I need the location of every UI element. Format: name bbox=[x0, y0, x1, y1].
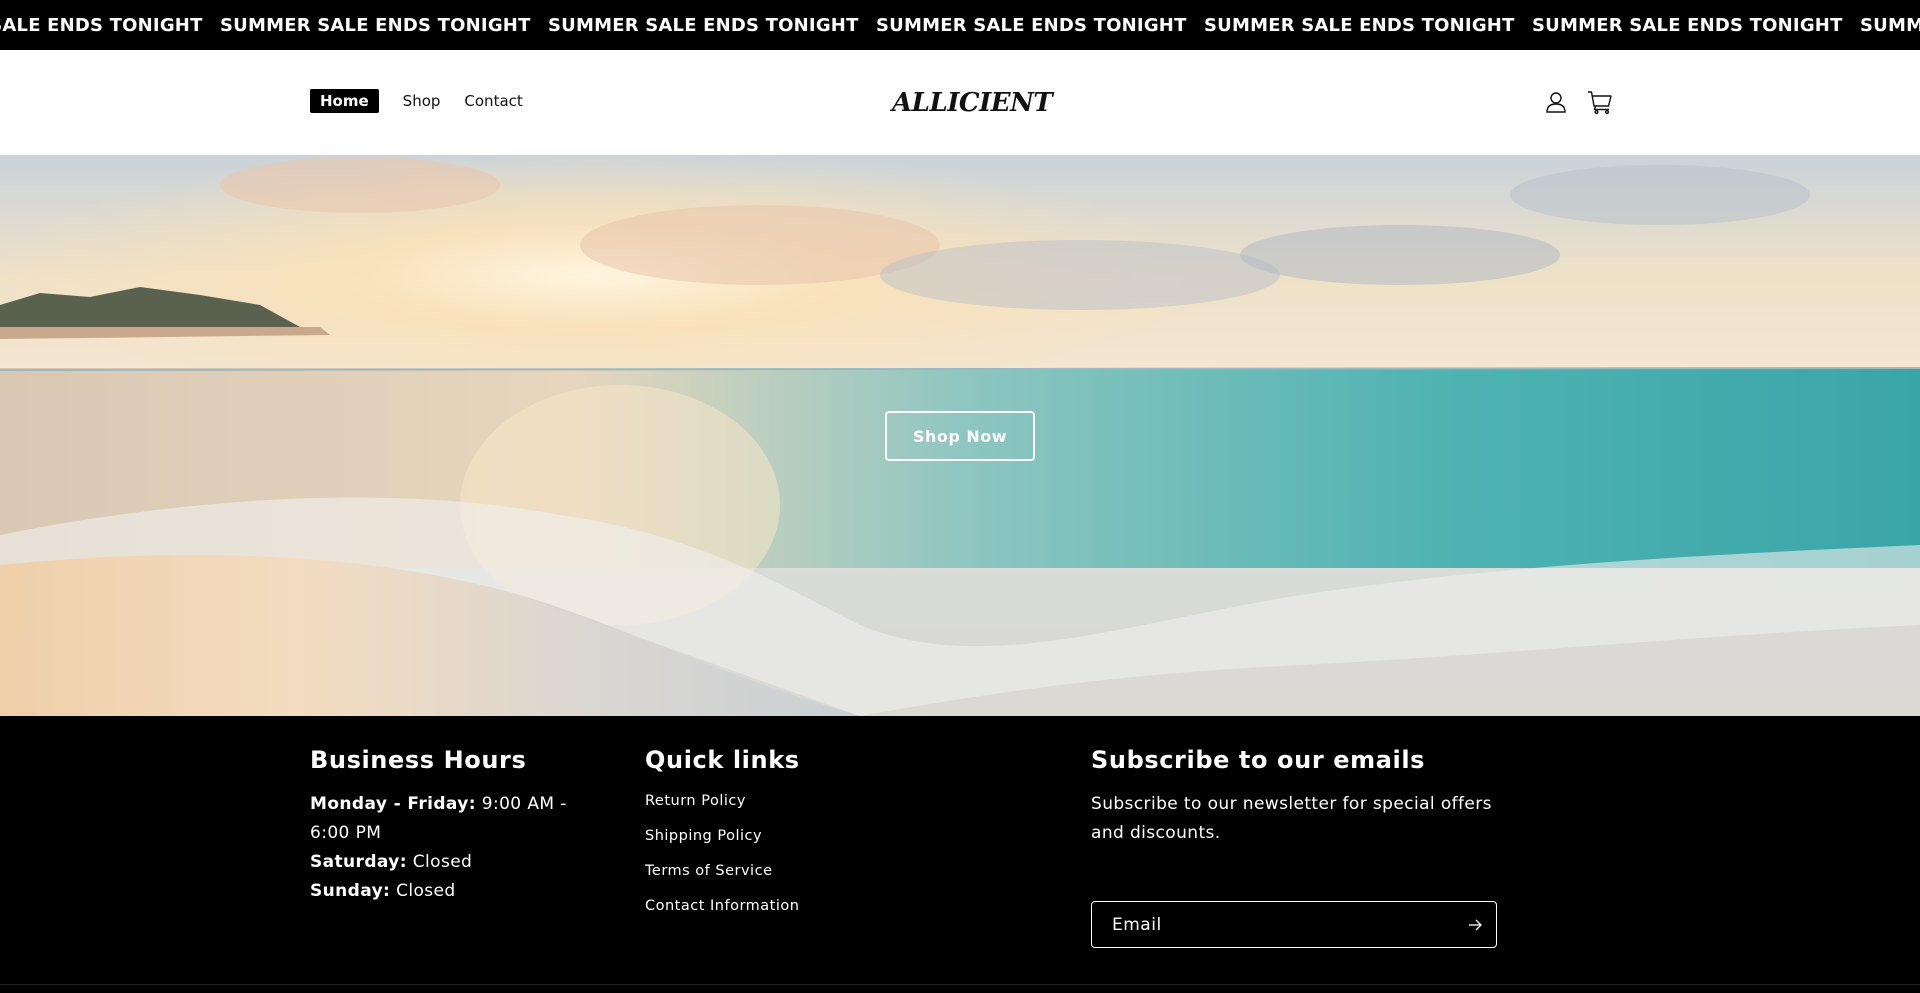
quick-links-heading: Quick links bbox=[645, 746, 800, 774]
link-terms-of-service[interactable]: Terms of Service bbox=[645, 863, 772, 879]
quick-links-section: Quick links Return Policy Shipping Polic… bbox=[645, 746, 945, 930]
arrow-right-icon[interactable] bbox=[1466, 916, 1484, 934]
hours-day: Saturday: bbox=[310, 852, 407, 872]
list-item: Contact Information bbox=[645, 895, 945, 918]
hours-weekdays: Monday - Friday: 9:00 AM - 6:00 PM bbox=[310, 790, 600, 848]
announcement-text: SUMMER SALE ENDS TONIGHT bbox=[1860, 14, 1920, 36]
business-hours-heading: Business Hours bbox=[310, 746, 527, 774]
link-shipping-policy[interactable]: Shipping Policy bbox=[645, 828, 762, 844]
site-footer: Business Hours Monday - Friday: 9:00 AM … bbox=[0, 716, 1920, 993]
footer-divider bbox=[0, 984, 1920, 985]
email-form bbox=[1091, 901, 1497, 948]
nav-link-home[interactable]: Home bbox=[310, 89, 379, 113]
account-icon[interactable] bbox=[1543, 89, 1569, 115]
hours-time: Closed bbox=[396, 881, 456, 901]
link-contact-information[interactable]: Contact Information bbox=[645, 898, 799, 914]
hero-banner: Shop Now bbox=[0, 155, 1920, 716]
subscribe-heading: Subscribe to our emails bbox=[1091, 746, 1426, 774]
announcement-text: SUMMER SALE ENDS TONIGHT bbox=[1532, 14, 1843, 36]
hours-saturday: Saturday: Closed bbox=[310, 848, 600, 877]
quick-links-list: Return Policy Shipping Policy Terms of S… bbox=[645, 790, 945, 918]
list-item: Shipping Policy bbox=[645, 825, 945, 848]
list-item: Return Policy bbox=[645, 790, 945, 813]
business-hours-section: Business Hours Monday - Friday: 9:00 AM … bbox=[310, 746, 600, 906]
subscribe-section: Subscribe to our emails Subscribe to our… bbox=[1091, 746, 1501, 948]
nav-link-contact[interactable]: Contact bbox=[464, 92, 522, 110]
site-header: Home Shop Contact ALLICIENT bbox=[0, 50, 1920, 155]
list-item: Terms of Service bbox=[645, 860, 945, 883]
hours-day: Sunday: bbox=[310, 881, 391, 901]
site-logo[interactable]: ALLICIENT bbox=[892, 88, 1053, 118]
nav-link-shop[interactable]: Shop bbox=[403, 92, 441, 110]
link-return-policy[interactable]: Return Policy bbox=[645, 793, 746, 809]
announcement-text: SUMMER SALE ENDS TONIGHT bbox=[548, 14, 859, 36]
main-nav: Home Shop Contact bbox=[310, 89, 523, 113]
announcement-text: SUMMER SALE ENDS TONIGHT bbox=[876, 14, 1187, 36]
hours-sunday: Sunday: Closed bbox=[310, 877, 600, 906]
announcement-marquee: SUMMER SALE ENDS TONIGHT SUMMER SALE END… bbox=[0, 0, 1920, 50]
hours-day: Monday - Friday: bbox=[310, 794, 476, 814]
announcement-text: SUMMER SALE ENDS TONIGHT bbox=[220, 14, 531, 36]
shop-now-button[interactable]: Shop Now bbox=[885, 411, 1035, 461]
announcement-bar: SUMMER SALE ENDS TONIGHT SUMMER SALE END… bbox=[0, 0, 1920, 50]
email-input[interactable] bbox=[1092, 902, 1452, 947]
cart-icon[interactable] bbox=[1587, 89, 1613, 115]
subscribe-description: Subscribe to our newsletter for special … bbox=[1091, 794, 1492, 843]
announcement-text: SUMMER SALE ENDS TONIGHT bbox=[0, 14, 203, 36]
hours-time: Closed bbox=[412, 852, 473, 872]
announcement-text: SUMMER SALE ENDS TONIGHT bbox=[1204, 14, 1515, 36]
